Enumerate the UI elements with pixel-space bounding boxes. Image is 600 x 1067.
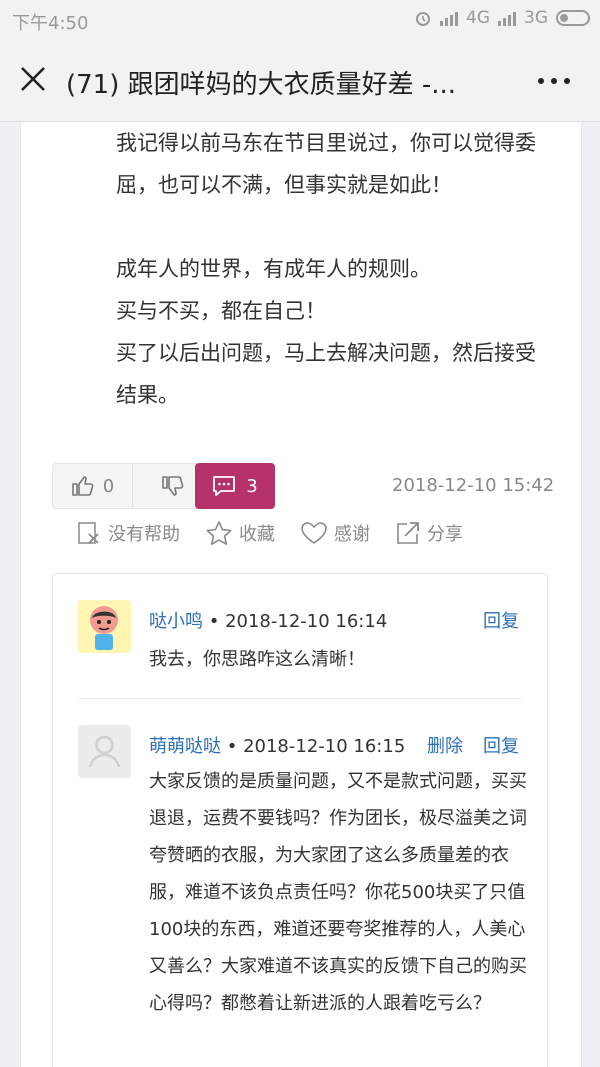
reply-author[interactable]: 哒小鸣	[149, 611, 203, 632]
app-header: (71) 跟团咩妈的大衣质量好差 -...	[0, 40, 600, 122]
reply-button[interactable]: 回复	[483, 732, 519, 758]
thumbs-down-icon	[162, 476, 184, 496]
signal-icon-2	[498, 10, 516, 26]
not-helpful-label: 没有帮助	[108, 524, 180, 545]
close-icon[interactable]	[18, 64, 48, 94]
page-title: (71) 跟团咩妈的大衣质量好差 -...	[66, 70, 457, 100]
share-button[interactable]: 分享	[395, 518, 463, 548]
post-paragraph: 成年人的世界，有成年人的规则。	[116, 257, 431, 281]
heart-icon	[301, 522, 327, 544]
status-bar: 下午4:50 4G 3G	[0, 0, 600, 40]
comment-icon	[213, 476, 236, 496]
action-bar: 没有帮助 收藏 感谢 分享	[76, 518, 556, 548]
star-icon	[206, 521, 232, 545]
post-date: 2018-12-10 15:42	[392, 475, 555, 496]
comments-button[interactable]: 3	[195, 463, 275, 509]
network-type-1: 4G	[466, 8, 490, 28]
more-menu-icon[interactable]	[538, 78, 570, 84]
reply-divider	[78, 698, 522, 699]
not-helpful-icon	[78, 522, 99, 544]
status-time: 下午4:50	[12, 13, 89, 34]
like-count: 0	[102, 475, 115, 497]
battery-icon	[556, 10, 590, 26]
avatar[interactable]	[78, 600, 131, 653]
reply-time: • 2018-12-10 16:14	[208, 611, 388, 632]
post-paragraph: 我记得以前马东在节目里说过，你可以觉得委屈，也可以不满，但事实就是如此！	[116, 131, 536, 197]
network-type-2: 3G	[524, 8, 548, 28]
favorite-label: 收藏	[239, 524, 275, 545]
reply-button[interactable]: 回复	[483, 607, 519, 633]
reply-text: 我去，你思路咋这么清晰！	[149, 649, 365, 670]
status-icons: 4G 3G	[414, 8, 590, 28]
vote-group: 0	[52, 463, 214, 509]
reply-time: • 2018-12-10 16:15	[226, 736, 406, 757]
like-button[interactable]: 0	[53, 464, 133, 508]
comment-count: 3	[246, 475, 258, 497]
share-icon	[397, 522, 419, 544]
default-user-icon	[88, 735, 121, 768]
delete-button[interactable]: 删除	[427, 732, 463, 758]
reply-meta: 萌萌哒哒 • 2018-12-10 16:15	[149, 732, 405, 758]
signal-icon-1	[440, 10, 458, 26]
reply-meta: 哒小鸣 • 2018-12-10 16:14	[149, 607, 387, 633]
not-helpful-button[interactable]: 没有帮助	[76, 518, 180, 548]
post-body: 我记得以前马东在节目里说过，你可以觉得委屈，也可以不满，但事实就是如此！ 成年人…	[116, 122, 536, 416]
thanks-label: 感谢	[334, 524, 370, 545]
reply-author[interactable]: 萌萌哒哒	[149, 736, 221, 757]
avatar[interactable]	[78, 725, 131, 778]
cartoon-avatar-icon	[78, 600, 131, 653]
thumbs-up-icon	[71, 476, 94, 496]
reply-text: 大家反馈的是质量问题，又不是款式问题，买买退退，运费不要钱吗？作为团长，极尽溢美…	[149, 771, 527, 1014]
thanks-button[interactable]: 感谢	[300, 518, 370, 548]
post-paragraph: 买了以后出问题，马上去解决问题，然后接受结果。	[116, 341, 536, 407]
post-paragraph: 买与不买，都在自己！	[116, 299, 326, 323]
share-label: 分享	[427, 524, 463, 545]
favorite-button[interactable]: 收藏	[205, 518, 275, 548]
alarm-icon	[416, 12, 430, 26]
